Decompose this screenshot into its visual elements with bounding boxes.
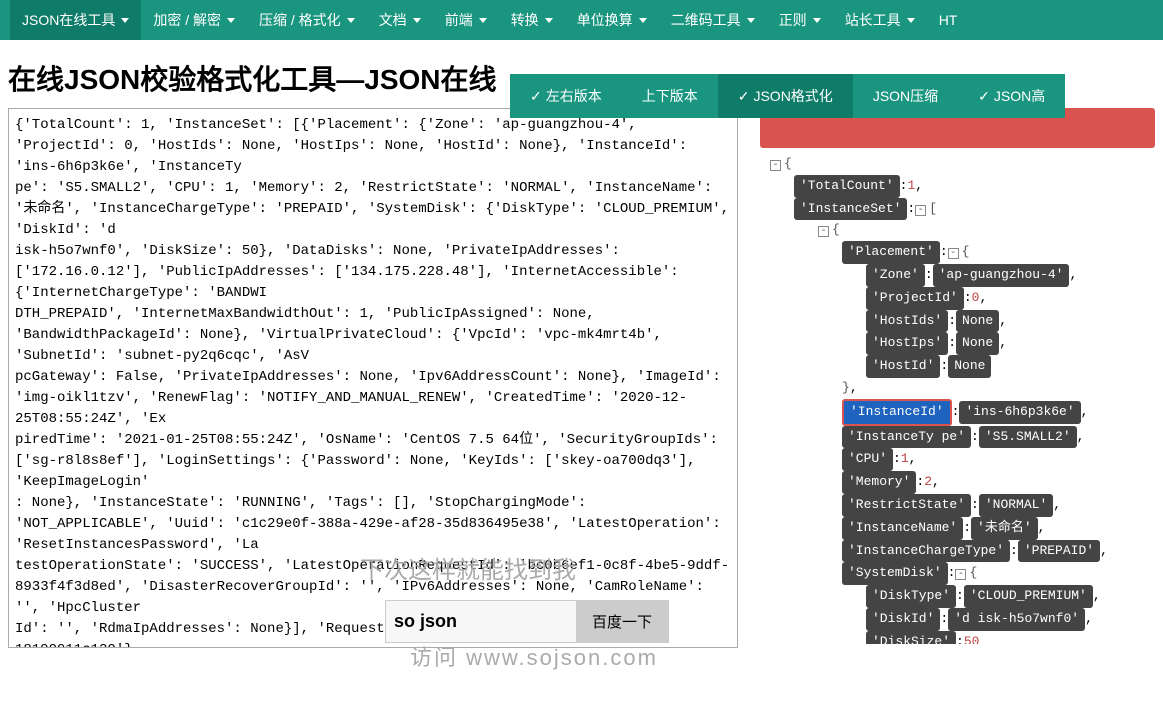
nav-item[interactable]: 正则 [767, 0, 833, 40]
nav-item[interactable]: 二维码工具 [659, 0, 767, 40]
tab[interactable]: 上下版本 [622, 74, 718, 118]
chevron-down-icon [639, 18, 647, 23]
nav-item[interactable]: 加密 / 解密 [141, 0, 247, 40]
json-tree[interactable]: -{'TotalCount':1,'InstanceSet':-[-{'Plac… [760, 154, 1155, 644]
chevron-down-icon [479, 18, 487, 23]
tree-toggle[interactable]: - [770, 160, 781, 171]
nav-item[interactable]: JSON在线工具 [10, 0, 141, 40]
check-icon: ✓ [738, 88, 750, 105]
tab[interactable]: ✓JSON高 [958, 74, 1065, 118]
tab-strip: ✓左右版本上下版本✓JSON格式化JSON压缩✓JSON高 [510, 74, 1065, 118]
check-icon: ✓ [530, 88, 542, 105]
watermark-url: 访问 www.sojson.com [410, 640, 658, 672]
top-nav: JSON在线工具加密 / 解密压缩 / 格式化文档前端转换单位换算二维码工具正则… [0, 0, 1163, 40]
chevron-down-icon [121, 18, 129, 23]
nav-item[interactable]: 单位换算 [565, 0, 659, 40]
search-widget: 百度一下 [385, 600, 669, 643]
tab[interactable]: JSON压缩 [853, 74, 958, 118]
chevron-down-icon [227, 18, 235, 23]
tree-toggle[interactable]: - [948, 248, 959, 259]
search-button[interactable]: 百度一下 [576, 601, 668, 642]
tab[interactable]: ✓JSON格式化 [718, 74, 853, 118]
json-input[interactable] [8, 108, 738, 648]
tree-toggle[interactable]: - [818, 226, 829, 237]
chevron-down-icon [907, 18, 915, 23]
nav-item[interactable]: 文档 [367, 0, 433, 40]
search-input[interactable] [386, 603, 576, 640]
nav-item[interactable]: 站长工具 [833, 0, 927, 40]
tab[interactable]: ✓左右版本 [510, 74, 622, 118]
nav-item[interactable]: 压缩 / 格式化 [247, 0, 367, 40]
chevron-down-icon [347, 18, 355, 23]
tree-toggle[interactable]: - [955, 569, 966, 580]
tree-toggle[interactable]: - [915, 205, 926, 216]
chevron-down-icon [813, 18, 821, 23]
chevron-down-icon [413, 18, 421, 23]
nav-item[interactable]: 转换 [499, 0, 565, 40]
check-icon: ✓ [978, 88, 990, 105]
chevron-down-icon [545, 18, 553, 23]
nav-item[interactable]: HT [927, 0, 970, 40]
nav-item[interactable]: 前端 [433, 0, 499, 40]
chevron-down-icon [747, 18, 755, 23]
